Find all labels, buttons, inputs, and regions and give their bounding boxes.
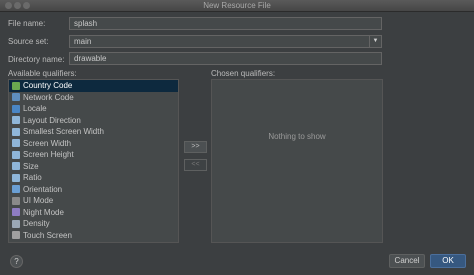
chosen-qualifiers-list[interactable]: Nothing to show [211,79,383,243]
qualifier-label: Orientation [23,184,63,194]
night-mode-icon [12,208,20,217]
qualifier-label: Locale [23,104,47,114]
add-qualifier-button[interactable]: >> [184,141,207,153]
source-set-dropdown[interactable]: main ▼ [69,35,382,48]
chosen-qualifiers-label: Chosen qualifiers: [211,69,276,78]
qualifier-label: Network Code [23,92,74,102]
layout-direction-icon [12,116,20,125]
qualifier-item[interactable]: Screen Height [9,149,178,161]
size-icon [12,162,20,171]
qualifier-label: Screen Height [23,150,74,160]
cancel-button[interactable]: Cancel [389,254,425,268]
qualifier-item[interactable]: Orientation [9,184,178,196]
qualifier-item[interactable]: Smallest Screen Width [9,126,178,138]
qualifier-label: Smallest Screen Width [23,127,104,137]
available-qualifiers-label: Available qualifiers: [8,69,77,78]
directory-name-field[interactable]: drawable [69,52,382,65]
qualifier-label: Touch Screen [23,230,72,240]
empty-state-text: Nothing to show [268,132,326,141]
qualifier-item[interactable]: Screen Width [9,138,178,150]
source-set-value: main [74,37,92,46]
qualifier-label: Screen Width [23,138,72,148]
ok-button[interactable]: OK [430,254,466,268]
qualifier-label: Density [23,219,50,229]
qualifier-item[interactable]: Network Code [9,92,178,104]
qualifier-item[interactable]: Touch Screen [9,230,178,242]
qualifier-item[interactable]: Size [9,161,178,173]
title-bar: New Resource File [0,0,474,12]
locale-icon [12,104,20,113]
ui-mode-icon [12,196,20,205]
qualifier-item[interactable]: Night Mode [9,207,178,219]
directory-name-label: Directory name: [8,55,65,64]
ratio-icon [12,173,20,182]
qualifier-label: Country Code [23,81,73,91]
help-button[interactable]: ? [10,255,23,268]
qualifier-item[interactable]: UI Mode [9,195,178,207]
window-title: New Resource File [203,1,271,10]
qualifier-label: Ratio [23,173,42,183]
remove-qualifier-button[interactable]: << [184,159,207,171]
globe-icon [12,81,20,90]
qualifier-label: Size [23,161,39,171]
screen-width-icon [12,139,20,148]
file-name-field[interactable]: splash [69,17,382,30]
qualifier-item[interactable]: Ratio [9,172,178,184]
qualifier-item[interactable]: Country Code [9,80,178,92]
touch-screen-icon [12,231,20,240]
qualifier-item[interactable]: Locale [9,103,178,115]
qualifier-label: UI Mode [23,196,54,206]
qualifier-label: Layout Direction [23,115,81,125]
available-qualifiers-list[interactable]: Country Code Network Code Locale Layout Dir… [8,79,179,243]
qualifier-label: Night Mode [23,207,64,217]
qualifier-item[interactable]: Layout Direction [9,115,178,127]
file-name-label: File name: [8,19,46,28]
orientation-icon [12,185,20,194]
density-icon [12,219,20,228]
screen-width-icon [12,127,20,136]
screen-height-icon [12,150,20,159]
chevron-down-icon[interactable]: ▼ [369,36,381,47]
source-set-label: Source set: [8,37,49,46]
network-icon [12,93,20,102]
qualifier-item[interactable]: Density [9,218,178,230]
